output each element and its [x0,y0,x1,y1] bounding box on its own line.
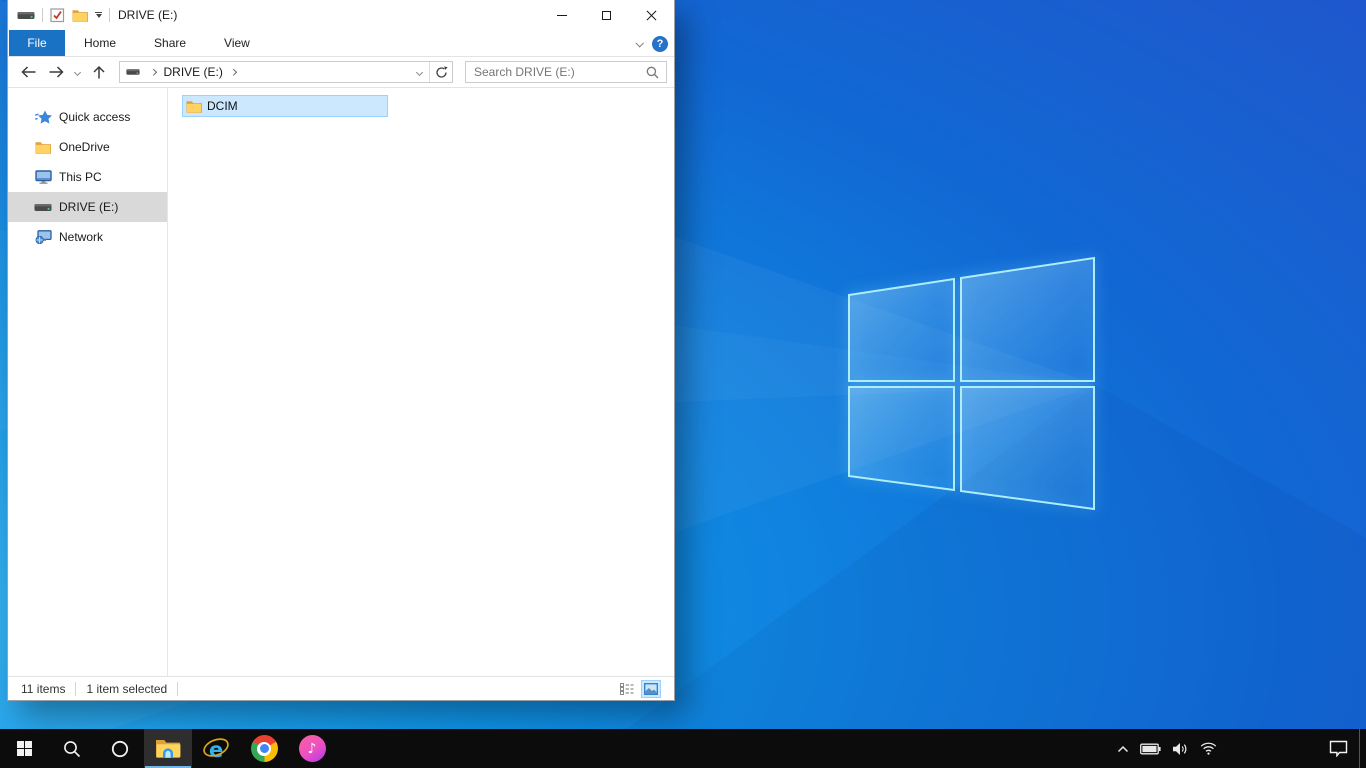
maximize-icon [602,10,611,20]
minimize-icon [556,14,567,16]
properties-button[interactable] [50,7,65,23]
file-item-name: DCIM [207,99,238,113]
windows-start-icon [16,741,32,756]
up-button[interactable] [85,59,113,85]
items-count: 11 items [21,681,66,696]
sidebar-item-label: This PC [59,170,102,184]
recent-locations-button[interactable] [69,59,85,85]
toolbar-separator [109,8,110,22]
sidebar-item-label: DRIVE (E:) [59,200,119,214]
file-item-dcim[interactable]: DCIM [182,95,388,117]
statusbar-separator [75,681,77,696]
close-icon [646,10,657,21]
address-bar[interactable]: DRIVE (E:) [119,61,453,83]
itunes-icon: ♪ [298,735,326,762]
cortana-circle-icon [111,740,129,757]
navigation-pane: Quick access OneDrive This PC DRIVE (E:)… [8,88,168,676]
file-list[interactable]: DCIM [168,88,674,676]
maximize-button[interactable] [584,0,629,30]
window-controls [539,0,674,30]
taskbar: e ♪ [0,729,1366,768]
navigation-toolbar: DRIVE (E:) [8,57,674,88]
sidebar-item-onedrive[interactable]: OneDrive [8,132,167,162]
sidebar-item-this-pc[interactable]: This PC [8,162,167,192]
start-button[interactable] [0,729,48,768]
network-icon [34,230,52,244]
tab-home[interactable]: Home [65,30,135,56]
battery-icon[interactable] [1140,743,1161,755]
expand-ribbon-button[interactable] [635,31,644,57]
chevron-down-icon [95,14,102,18]
title-bar: DRIVE (E:) [8,0,674,30]
window-title: DRIVE (E:) [118,8,178,22]
search-icon [64,740,81,757]
notifications-icon [1329,740,1347,757]
wifi-icon[interactable] [1200,742,1217,755]
statusbar-separator [177,681,179,696]
window-drive-icon [17,11,35,20]
customize-quick-access-button[interactable] [95,12,102,18]
cortana-button[interactable] [96,729,144,768]
sidebar-item-label: OneDrive [59,140,110,154]
search-bar [465,61,667,83]
details-view-button[interactable] [617,680,637,698]
back-button[interactable] [13,59,43,85]
breadcrumb-chevron-icon [229,68,237,76]
taskbar-search-button[interactable] [48,729,96,768]
tab-share[interactable]: Share [135,30,205,56]
volume-icon[interactable] [1172,742,1189,756]
help-button[interactable]: ? [652,35,668,52]
ribbon-tab-bar: File Home Share View ? [8,30,674,57]
monitor-icon [34,170,52,184]
chrome-button[interactable] [240,729,288,768]
action-center-button[interactable] [1317,729,1359,768]
status-bar: 11 items 1 item selected [8,676,674,700]
file-explorer-icon [156,740,181,758]
quick-access-star-icon [34,110,52,125]
minimize-button[interactable] [539,0,584,30]
sidebar-item-drive-e[interactable]: DRIVE (E:) [8,192,167,222]
tray-chevron-up-icon[interactable] [1117,745,1129,753]
sidebar-item-label: Quick access [59,110,131,124]
file-explorer-window: DRIVE (E:) File Home Share View ? DRIVE … [7,0,675,701]
internet-explorer-icon: e [203,738,229,762]
hard-drive-icon [34,203,52,212]
drive-icon [126,68,140,76]
chevron-down-icon [635,38,644,48]
search-input[interactable] [466,65,646,79]
taskbar-file-explorer-button[interactable] [144,729,192,768]
close-button[interactable] [629,0,674,30]
quick-access-toolbar [8,7,110,23]
tab-view[interactable]: View [205,30,269,56]
toolbar-separator [42,8,43,22]
selection-count: 1 item selected [86,681,168,696]
show-desktop-button[interactable] [1359,729,1366,768]
system-tray [1117,729,1221,768]
explorer-main: Quick access OneDrive This PC DRIVE (E:)… [8,88,674,676]
breadcrumb-chevron-icon [150,68,157,76]
forward-button[interactable] [43,59,69,85]
large-icons-view-button[interactable] [641,679,661,698]
new-folder-button[interactable] [72,9,88,22]
tab-file[interactable]: File [9,30,65,56]
address-dropdown-button[interactable] [410,62,429,82]
folder-icon [186,100,202,113]
sidebar-item-quick-access[interactable]: Quick access [8,102,167,132]
sidebar-item-network[interactable]: Network [8,222,167,252]
search-icon[interactable] [646,66,659,79]
breadcrumb-drive[interactable]: DRIVE (E:) [162,65,225,79]
chrome-icon [250,735,278,762]
chevron-down-icon [415,68,424,76]
internet-explorer-button[interactable]: e [192,729,240,768]
folder-icon [34,141,52,154]
sidebar-item-label: Network [59,230,104,244]
chevron-down-icon [73,68,81,76]
itunes-button[interactable]: ♪ [288,729,336,768]
refresh-button[interactable] [430,62,452,82]
windows-logo [848,256,1095,511]
